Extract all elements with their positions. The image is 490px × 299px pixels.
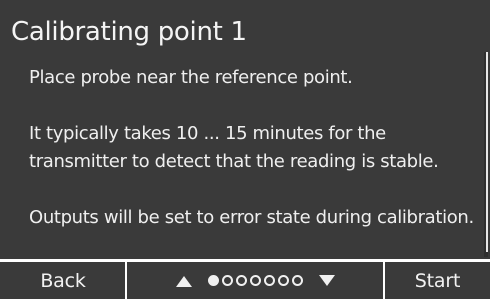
instruction-paragraph-1: Place probe near the reference point. [29, 67, 353, 88]
page-dot [264, 275, 275, 286]
page-indicator [208, 275, 303, 286]
softkey-separator-left [125, 262, 127, 299]
page-dot [236, 275, 247, 286]
start-button[interactable]: Start [385, 262, 490, 299]
arrow-up-icon[interactable] [174, 274, 194, 288]
instruction-paragraph-3: Outputs will be set to error state durin… [29, 207, 474, 228]
page-dot [278, 275, 289, 286]
page-dot [292, 275, 303, 286]
softkey-bar: Back Start [0, 262, 490, 299]
arrow-down-icon[interactable] [317, 274, 337, 288]
start-button-label: Start [414, 269, 461, 292]
calibration-screen: Calibrating point 1 Place probe near the… [0, 0, 490, 299]
page-dot [222, 275, 233, 286]
screen-title: Calibrating point 1 [11, 17, 247, 47]
scrollbar-thumb[interactable] [486, 52, 488, 252]
softkey-separator-right [383, 262, 385, 299]
instruction-text-area[interactable]: Place probe near the reference point. It… [29, 64, 474, 248]
page-dot [250, 275, 261, 286]
back-button[interactable]: Back [0, 262, 126, 299]
back-button-label: Back [40, 269, 86, 292]
instruction-paragraph-2: It typically takes 10 ... 15 minutes for… [29, 123, 439, 172]
page-navigator [127, 262, 384, 299]
page-dot [208, 275, 219, 286]
